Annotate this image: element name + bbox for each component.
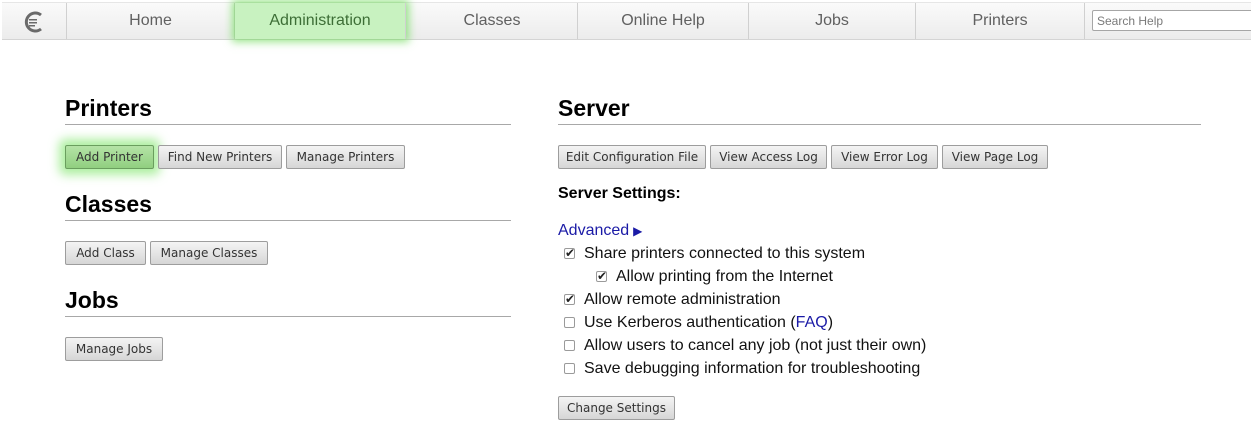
allow-internet-printing-checkbox[interactable]: [596, 271, 607, 282]
jobs-divider: [65, 316, 511, 317]
cancel-any-job-checkbox[interactable]: [564, 340, 575, 351]
add-class-button[interactable]: Add Class: [65, 241, 146, 265]
advanced-toggle[interactable]: Advanced ▶: [558, 222, 642, 240]
remote-administration-label: Allow remote administration: [584, 291, 781, 308]
view-page-log-button[interactable]: View Page Log: [942, 145, 1048, 169]
kerberos-label: Use Kerberos authentication (: [584, 314, 796, 331]
tab-printers[interactable]: Printers: [916, 3, 1085, 39]
top-navigation: Home Administration Classes Online Help …: [2, 2, 1251, 40]
debug-logging-checkbox[interactable]: [564, 363, 575, 374]
remote-administration-checkbox[interactable]: [564, 294, 575, 305]
search-input[interactable]: [1092, 10, 1251, 31]
server-settings-title: Server Settings:: [558, 185, 681, 202]
add-printer-button[interactable]: Add Printer: [65, 145, 154, 169]
kerberos-label-suffix: ): [827, 314, 834, 331]
share-printers-label: Share printers connected to this system: [584, 245, 866, 262]
edit-configuration-file-button[interactable]: Edit Configuration File: [558, 145, 706, 169]
manage-jobs-button[interactable]: Manage Jobs: [65, 337, 163, 361]
cancel-any-job-label: Allow users to cancel any job (not just …: [584, 337, 927, 354]
view-access-log-button[interactable]: View Access Log: [710, 145, 827, 169]
printers-heading: Printers: [65, 95, 152, 121]
kerberos-checkbox[interactable]: [564, 317, 575, 328]
jobs-heading: Jobs: [65, 287, 119, 313]
manage-printers-button[interactable]: Manage Printers: [286, 145, 405, 169]
debug-logging-label: Save debugging information for troublesh…: [584, 360, 921, 377]
faq-link[interactable]: FAQ: [796, 314, 828, 331]
classes-divider: [65, 220, 511, 221]
cups-logo-icon[interactable]: [2, 3, 67, 39]
printers-divider: [65, 124, 511, 125]
tab-jobs[interactable]: Jobs: [749, 3, 916, 39]
view-error-log-button[interactable]: View Error Log: [831, 145, 938, 169]
tab-online-help[interactable]: Online Help: [578, 3, 749, 39]
triangle-right-icon[interactable]: ▶: [633, 224, 642, 238]
find-new-printers-button[interactable]: Find New Printers: [158, 145, 282, 169]
advanced-label[interactable]: Advanced: [558, 222, 629, 239]
tab-home[interactable]: Home: [67, 3, 235, 39]
tab-administration[interactable]: Administration: [235, 3, 406, 39]
classes-heading: Classes: [65, 191, 152, 217]
kerberos-option: Use Kerberos authentication (FAQ): [584, 314, 833, 332]
share-printers-checkbox[interactable]: [564, 248, 575, 259]
tab-classes[interactable]: Classes: [407, 3, 578, 39]
server-heading: Server: [558, 95, 630, 121]
server-divider: [558, 124, 1201, 125]
manage-classes-button[interactable]: Manage Classes: [150, 241, 268, 265]
change-settings-button[interactable]: Change Settings: [558, 396, 675, 420]
allow-internet-printing-label: Allow printing from the Internet: [616, 268, 833, 285]
